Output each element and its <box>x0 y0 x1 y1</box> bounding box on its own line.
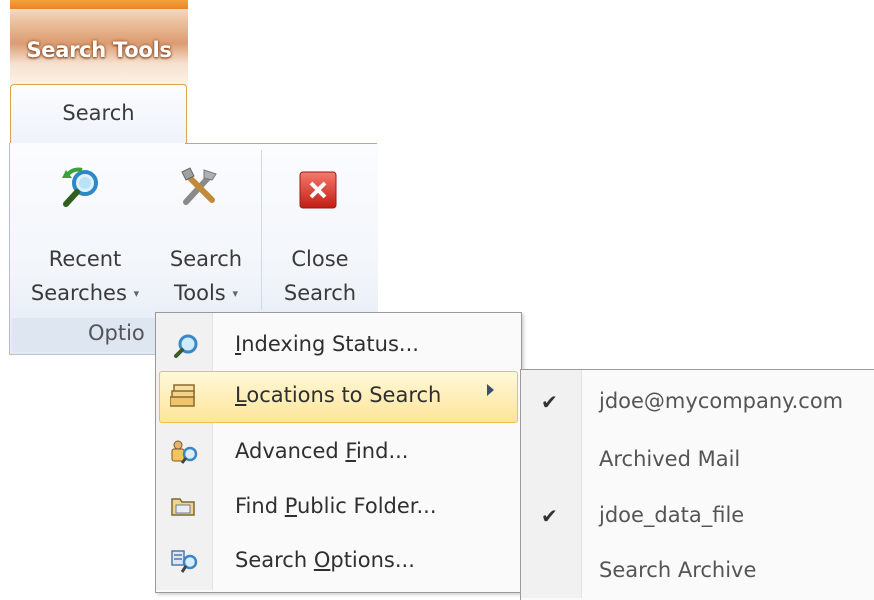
submenu-item-label: jdoe@mycompany.com <box>599 389 844 413</box>
menu-item-search-options[interactable]: Search Options... <box>158 537 516 587</box>
search-options-icon <box>171 550 198 573</box>
submenu-item-search-archive[interactable]: Search Archive <box>522 547 874 593</box>
search-tools-button[interactable]: Search Tools ▾ <box>158 160 254 310</box>
submenu-item-archived-mail[interactable]: Archived Mail <box>522 436 874 486</box>
menu-accelerator: F <box>345 439 356 463</box>
menu-label-rest: ocations to Search <box>246 383 442 407</box>
recent-searches-line2: Searches <box>30 281 127 305</box>
menu-accelerator: P <box>284 494 297 518</box>
tab-search-label: Search <box>62 101 135 125</box>
menu-label-rest: ndexing Status... <box>241 332 419 356</box>
indexing-icon <box>174 334 198 358</box>
menu-item-label: Locations to Search <box>235 383 441 407</box>
magnifier-refresh-icon <box>62 167 98 207</box>
menu-item-label: Indexing Status... <box>235 332 419 356</box>
menu-item-locations-to-search[interactable]: Locations to Search <box>158 372 516 422</box>
menu-item-label: Advanced Find... <box>235 439 408 463</box>
folder-stack-icon <box>170 384 195 407</box>
close-search-line1: Close <box>291 247 349 271</box>
menu-label-rest: ptions... <box>330 548 415 572</box>
close-red-x-icon <box>299 171 337 209</box>
dropdown-arrow-icon: ▾ <box>133 287 140 300</box>
recent-searches-button[interactable]: Recent Searches ▾ <box>20 160 150 310</box>
contextual-tab-title: Search Tools <box>26 38 172 62</box>
ribbon-top-border <box>185 143 377 144</box>
contextual-tab-accent <box>10 0 188 9</box>
submenu-item-jdoe-mycompany[interactable]: ✔ jdoe@mycompany.com <box>522 378 874 428</box>
group-separator <box>261 150 262 310</box>
submenu-item-label: jdoe_data_file <box>599 503 745 527</box>
close-search-button[interactable]: Close Search <box>272 160 368 310</box>
menu-label-rest: ublic Folder... <box>297 494 437 518</box>
submenu-item-label: Archived Mail <box>599 447 741 471</box>
close-search-line2: Search <box>283 281 357 305</box>
search-tools-line2: Tools <box>174 281 226 305</box>
menu-accelerator: O <box>313 548 331 572</box>
recent-searches-line2-row: Searches ▾ <box>20 276 150 311</box>
menu-accelerator: L <box>235 383 247 407</box>
search-tools-line2-row: Tools ▾ <box>158 276 254 311</box>
menu-label-start: Find <box>235 494 285 518</box>
submenu-arrow-icon <box>487 384 494 396</box>
recent-searches-line1: Recent <box>48 247 122 271</box>
menu-item-advanced-find[interactable]: Advanced Find... <box>158 428 516 478</box>
menu-label-start: Search <box>235 548 314 572</box>
menu-item-label: Find Public Folder... <box>235 494 437 518</box>
checkmark-icon: ✔ <box>541 504 558 528</box>
search-tools-line1: Search <box>169 247 243 271</box>
advanced-find-icon <box>171 440 198 464</box>
menu-label-start: Advanced <box>235 439 346 463</box>
menu-item-find-public-folder[interactable]: Find Public Folder... <box>158 483 516 533</box>
menu-item-indexing-status[interactable]: Indexing Status... <box>158 321 516 371</box>
submenu-item-jdoe-data-file[interactable]: ✔ jdoe_data_file <box>522 492 874 542</box>
menu-item-label: Search Options... <box>235 548 415 572</box>
checkmark-icon: ✔ <box>541 390 558 414</box>
dropdown-arrow-icon: ▾ <box>232 287 238 300</box>
submenu-item-label: Search Archive <box>599 558 757 582</box>
tools-icon <box>181 167 217 205</box>
menu-label-rest: ind... <box>355 439 409 463</box>
public-folder-icon <box>171 498 195 516</box>
ribbon-group-label: Optio <box>88 321 145 345</box>
